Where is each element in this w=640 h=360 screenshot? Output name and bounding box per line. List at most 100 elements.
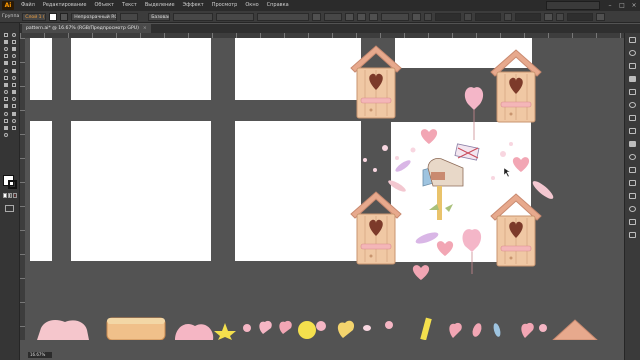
- links-icon[interactable]: [629, 232, 636, 238]
- curvature-tool-icon[interactable]: [10, 45, 18, 52]
- edit-group-button[interactable]: [216, 12, 255, 21]
- symbols-icon[interactable]: [629, 89, 636, 95]
- reference-point-icon[interactable]: [412, 12, 422, 21]
- mesh-tool-icon[interactable]: [10, 96, 18, 103]
- gradient-tool-icon[interactable]: [2, 103, 10, 110]
- swatches-icon[interactable]: [629, 63, 636, 69]
- line-segment-tool-icon[interactable]: [10, 53, 18, 60]
- lasso-tool-icon[interactable]: [10, 38, 18, 45]
- x-field[interactable]: [435, 12, 462, 21]
- artboard-tool-icon[interactable]: [10, 117, 18, 124]
- maximize-icon[interactable]: □: [616, 0, 628, 11]
- color-guide-icon[interactable]: [629, 50, 636, 56]
- constrain-proportions-icon[interactable]: [544, 12, 554, 21]
- selection-tool-icon[interactable]: [2, 31, 10, 38]
- direct-selection-tool-icon[interactable]: [10, 31, 18, 38]
- pathfinder-icon[interactable]: [629, 219, 636, 225]
- close-icon[interactable]: ×: [628, 0, 640, 11]
- style-dropdown[interactable]: Базовая: [148, 12, 171, 21]
- zoom-level-field[interactable]: 16.67%: [28, 352, 52, 358]
- layer-field[interactable]: Слой 1 (Lag): [22, 12, 47, 21]
- layers-icon[interactable]: [629, 167, 636, 173]
- bottom-pattern-row[interactable]: [37, 317, 598, 340]
- color-mode-dropdown[interactable]: Непрозрачный RGB-об...: [71, 12, 118, 21]
- birdhouse-illustration[interactable]: [350, 45, 402, 119]
- menu-item[interactable]: Объект: [90, 0, 118, 11]
- rectangle-tool-icon[interactable]: [2, 60, 10, 67]
- align-icon[interactable]: [629, 193, 636, 199]
- minimize-icon[interactable]: –: [604, 0, 616, 11]
- stroke-swatch[interactable]: [8, 180, 17, 189]
- color-panel-icon[interactable]: [629, 37, 636, 43]
- zoom-tool-icon[interactable]: [2, 132, 10, 139]
- eraser-tool-icon[interactable]: [2, 74, 10, 81]
- main-menu: Файл Редактирование Объект Текст Выделение Эф…: [17, 0, 293, 11]
- shape-builder-tool-icon[interactable]: [10, 89, 18, 96]
- type-tool-icon[interactable]: [2, 53, 10, 60]
- slice-tool-icon[interactable]: [2, 124, 10, 131]
- paintbrush-tool-icon[interactable]: [10, 60, 18, 67]
- balloon-illustration[interactable]: [462, 87, 484, 274]
- menu-item[interactable]: Справка: [263, 0, 293, 11]
- workspace-search-field[interactable]: [546, 1, 600, 10]
- pen-tool-icon[interactable]: [2, 45, 10, 52]
- symbol-sprayer-tool-icon[interactable]: [10, 110, 18, 117]
- document-tab[interactable]: pattern.ai* @ 16.67% (RGB/Предпросмотр G…: [22, 24, 151, 33]
- pattern-artwork[interactable]: [25, 38, 624, 340]
- stroke-icon[interactable]: [629, 102, 636, 108]
- transparency-icon[interactable]: [629, 128, 636, 134]
- birdhouse-illustration[interactable]: [490, 193, 542, 267]
- document-tab-title: pattern.ai* @ 16.67% (RGB/Предпросмотр G…: [26, 26, 139, 31]
- birdhouse-illustration[interactable]: [490, 49, 542, 123]
- perspective-grid-tool-icon[interactable]: [2, 96, 10, 103]
- appearance-icon[interactable]: [629, 141, 636, 147]
- transform-label[interactable]: [381, 12, 410, 21]
- menu-item[interactable]: Редактирование: [39, 0, 91, 11]
- width-tool-icon[interactable]: [10, 81, 18, 88]
- screen-mode-icon[interactable]: [5, 205, 14, 212]
- align-right-icon[interactable]: [369, 12, 379, 21]
- brush-size-dropdown[interactable]: [120, 12, 139, 21]
- canvas[interactable]: [25, 38, 624, 340]
- eyedropper-tool-icon[interactable]: [10, 103, 18, 110]
- shaper-tool-icon[interactable]: [2, 67, 10, 74]
- mailbox-illustration[interactable]: [422, 143, 480, 220]
- graphic-styles-icon[interactable]: [629, 154, 636, 160]
- gradient-button[interactable]: [8, 193, 12, 198]
- artboards-icon[interactable]: [629, 180, 636, 186]
- menu-item[interactable]: Файл: [17, 0, 39, 11]
- fill-color-swatch[interactable]: [49, 12, 58, 21]
- menu-item[interactable]: Просмотр: [208, 0, 242, 11]
- magic-wand-tool-icon[interactable]: [2, 38, 10, 45]
- color-button[interactable]: [3, 193, 7, 198]
- free-transform-tool-icon[interactable]: [2, 89, 10, 96]
- y-field[interactable]: [475, 12, 502, 21]
- pencil-tool-icon[interactable]: [10, 67, 18, 74]
- menu-item[interactable]: Текст: [118, 0, 141, 11]
- more-options-icon[interactable]: [596, 12, 606, 21]
- menu-item[interactable]: Эффект: [179, 0, 208, 11]
- menu-item[interactable]: Окно: [241, 0, 262, 11]
- blend-tool-icon[interactable]: [2, 110, 10, 117]
- align-icon-button[interactable]: [312, 12, 322, 21]
- image-trace-button[interactable]: [257, 12, 310, 21]
- opacity-field[interactable]: [173, 12, 214, 21]
- gradient-icon[interactable]: [629, 115, 636, 121]
- stroke-color-swatch[interactable]: [60, 12, 69, 21]
- align-center-icon[interactable]: [357, 12, 367, 21]
- height-field[interactable]: [567, 12, 594, 21]
- hand-tool-icon[interactable]: [10, 124, 18, 131]
- column-graph-tool-icon[interactable]: [2, 117, 10, 124]
- menu-item[interactable]: Выделение: [141, 0, 179, 11]
- fill-stroke-control[interactable]: [3, 175, 17, 189]
- none-button[interactable]: [13, 193, 17, 198]
- brushes-icon[interactable]: [629, 76, 636, 82]
- width-field[interactable]: [515, 12, 542, 21]
- transform-icon[interactable]: [629, 206, 636, 212]
- rotate-tool-icon[interactable]: [10, 74, 18, 81]
- align-left-icon[interactable]: [345, 12, 355, 21]
- tab-close-icon[interactable]: ×: [143, 26, 147, 31]
- birdhouse-illustration[interactable]: [350, 191, 402, 265]
- shape-label-button[interactable]: [324, 12, 343, 21]
- scale-tool-icon[interactable]: [2, 81, 10, 88]
